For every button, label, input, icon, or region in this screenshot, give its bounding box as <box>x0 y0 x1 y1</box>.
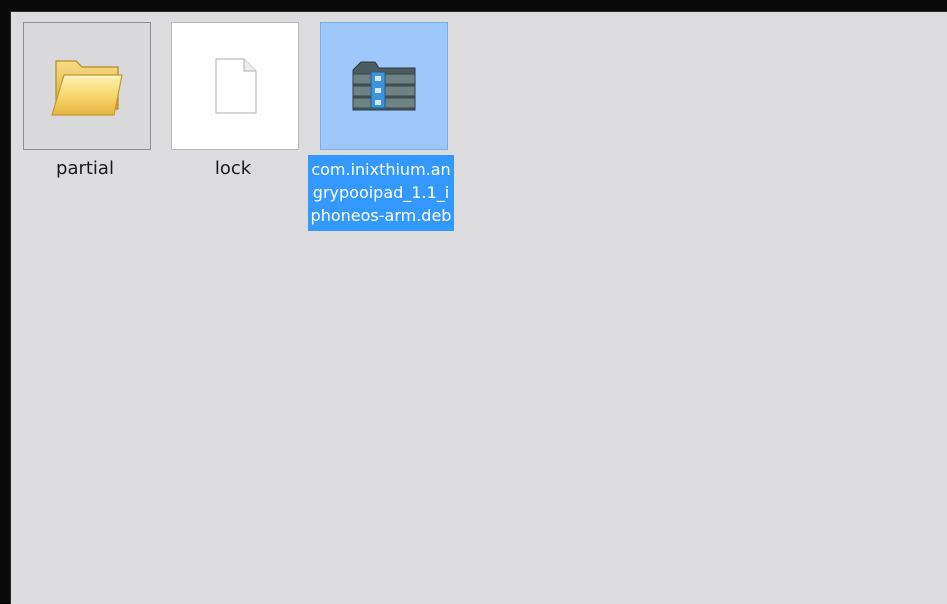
archive-thumbnail[interactable] <box>320 22 448 150</box>
file-list-pane[interactable]: partial lock com.inixthium.angrypooipad_… <box>10 11 947 604</box>
file-item-deb[interactable]: com.inixthium.angrypooipad_1.1_iphoneos-… <box>308 12 456 312</box>
file-item-partial[interactable]: partial <box>11 12 159 202</box>
archive-file-icon <box>352 61 416 111</box>
folder-icon <box>51 60 123 116</box>
file-name-label: partial <box>56 158 114 179</box>
file-name-label: lock <box>214 158 252 179</box>
window-frame: partial lock com.inixthium.angrypooipad_… <box>0 0 947 604</box>
file-thumbnail[interactable] <box>171 22 299 150</box>
file-name-label-selected: com.inixthium.angrypooipad_1.1_iphoneos-… <box>308 155 454 231</box>
file-item-lock[interactable]: lock <box>159 12 307 202</box>
folder-thumbnail[interactable] <box>23 22 151 150</box>
blank-file-icon <box>215 58 257 114</box>
